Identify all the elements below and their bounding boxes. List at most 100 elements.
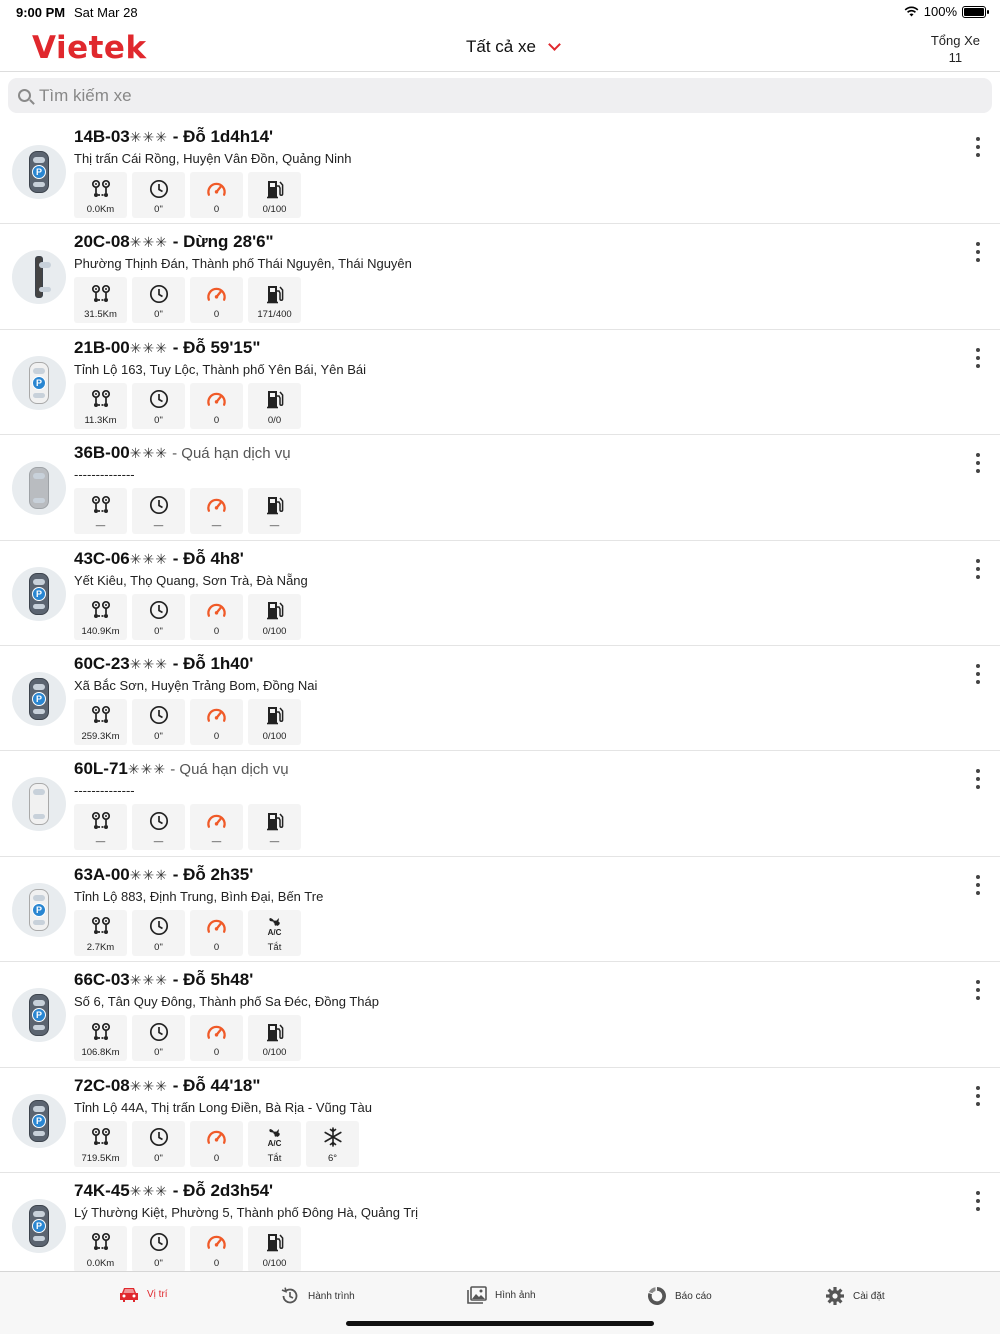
vehicle-row[interactable]: P 43C-06✳✳✳ - Đỗ 4h8' Yết Kiêu, Thọ Quang,… <box>0 541 1000 646</box>
more-options-icon[interactable] <box>974 1085 982 1106</box>
status-right: 100% <box>904 4 989 19</box>
vehicle-row[interactable]: P 66C-03✳✳✳ - Đỗ 5h48' Số 6, Tân Quy Đông,… <box>0 962 1000 1068</box>
status-date: Sat Mar 28 <box>74 5 138 20</box>
duration-metric: 0" <box>132 1225 185 1272</box>
duration-metric: 0" <box>132 277 185 324</box>
distance-metric-value: 31.5Km <box>84 309 117 321</box>
vehicle-title: 63A-00✳✳✳ - Đỗ 2h35' <box>74 865 253 885</box>
distance-metric: — <box>74 804 127 851</box>
car-icon <box>29 783 49 826</box>
speedometer-icon <box>207 182 226 196</box>
fuel-icon <box>266 285 283 304</box>
more-options-icon[interactable] <box>974 347 982 368</box>
distance-metric: 0.0Km <box>74 1225 127 1272</box>
fuel-metric-value: — <box>269 836 280 848</box>
vehicle-metrics: 0.0Km 0" 0 0/100 <box>74 172 301 218</box>
vehicle-row[interactable]: P 72C-08✳✳✳ - Đỗ 44'18" Tỉnh Lộ 44A, Thị t… <box>0 1068 1000 1173</box>
distance-metric-value: — <box>95 520 106 532</box>
tab-settings[interactable]: Cài đặt <box>825 1286 885 1306</box>
vehicle-plate: 43C-06 <box>74 548 130 568</box>
more-options-icon[interactable] <box>974 769 982 790</box>
tab-location[interactable]: Vị trí <box>119 1286 168 1302</box>
speedometer-icon <box>207 1025 226 1039</box>
vehicle-row[interactable]: 36B-00✳✳✳ - Quá hạn dịch vụ -------------… <box>0 435 1000 541</box>
more-options-icon[interactable] <box>974 1190 982 1211</box>
image-icon <box>467 1286 487 1304</box>
fuel-metric: 0/0 <box>248 382 301 429</box>
vehicle-plate: 36B-00 <box>74 443 130 463</box>
vehicle-address: Xã Bắc Sơn, Huyện Trảng Bom, Đồng Nai <box>74 677 318 693</box>
tab-reports[interactable]: Báo cáo <box>647 1286 712 1306</box>
tab-journey[interactable]: Hành trình <box>280 1286 355 1306</box>
speedometer-icon <box>207 393 226 407</box>
duration-metric-value: 0" <box>154 1152 163 1164</box>
duration-metric: — <box>132 804 185 851</box>
route-icon <box>91 284 110 302</box>
duration-metric: 0" <box>132 1015 185 1062</box>
vehicle-plate: 60C-23 <box>74 653 130 673</box>
vehicle-avatar: P <box>12 671 66 726</box>
vehicle-address: Tỉnh Lộ 163, Tuy Lộc, Thành phố Yên Bái,… <box>74 361 366 377</box>
vehicle-row[interactable]: 20C-08✳✳✳ - Dừng 28'6" Phường Thịnh Đán, … <box>0 224 1000 330</box>
tab-images-label: Hình ảnh <box>495 1289 536 1301</box>
ac-metric-value: Tắt <box>267 941 282 953</box>
filter-label: Tất cả xe <box>466 37 536 56</box>
distance-metric: 719.5Km <box>74 1120 127 1167</box>
vehicle-status: - Đỗ 5h48' <box>167 970 254 990</box>
distance-metric: 259.3Km <box>74 698 127 745</box>
tab-images[interactable]: Hình ảnh <box>467 1286 536 1304</box>
clock-icon <box>149 390 168 409</box>
clock-icon <box>149 495 168 514</box>
duration-metric: 0" <box>132 382 185 429</box>
parking-icon: P <box>32 586 46 601</box>
speed-metric: 0 <box>190 1015 243 1062</box>
vehicle-row[interactable]: P 21B-00✳✳✳ - Đỗ 59'15" Tỉnh Lộ 163, Tuy L… <box>0 330 1000 436</box>
vehicle-row[interactable]: P 60C-23✳✳✳ - Đỗ 1h40' Xã Bắc Sơn, Huyện T… <box>0 646 1000 752</box>
fuel-metric-value: 0/100 <box>262 625 287 637</box>
vehicle-avatar: P <box>12 566 66 621</box>
more-options-icon[interactable] <box>974 980 982 1001</box>
duration-metric-value: — <box>153 520 164 532</box>
fuel-metric-value: — <box>269 520 280 532</box>
fuel-metric: 0/100 <box>248 1225 301 1272</box>
tab-location-label: Vị trí <box>147 1288 168 1300</box>
clock-icon <box>149 1233 168 1252</box>
route-icon <box>91 811 110 829</box>
speed-metric-value: 0 <box>213 941 220 953</box>
vehicle-avatar <box>12 777 66 832</box>
car-icon <box>35 256 51 299</box>
vehicle-status: - Đỗ 2h35' <box>167 864 254 884</box>
search-input[interactable]: Tìm kiếm xe <box>8 78 992 113</box>
parking-icon: P <box>32 902 46 917</box>
more-options-icon[interactable] <box>974 453 982 474</box>
speedometer-icon <box>207 814 226 828</box>
distance-metric-value: 2.7Km <box>86 941 115 953</box>
car-icon <box>120 1288 138 1302</box>
ac-metric: A/C Tắt <box>248 1120 301 1167</box>
vehicle-plate: 14B-03 <box>74 127 130 146</box>
vehicle-title: 60L-71✳✳✳ - Quá hạn dịch vụ <box>74 759 289 779</box>
more-options-icon[interactable] <box>974 663 982 684</box>
more-options-icon[interactable] <box>974 558 982 579</box>
vehicle-metrics: 140.9Km 0" 0 0/100 <box>74 593 301 640</box>
clock-icon <box>149 917 168 936</box>
vehicle-filter-dropdown[interactable]: Tất cả xe <box>466 37 561 57</box>
plate-mask: ✳✳✳ <box>129 339 168 356</box>
fan-icon <box>268 1128 280 1137</box>
more-options-icon[interactable] <box>974 242 982 263</box>
speed-metric: 0 <box>190 172 243 218</box>
vehicle-row[interactable]: P 74K-45✳✳✳ - Đỗ 2d3h54' Lý Thường Kiệt, P… <box>0 1173 1000 1279</box>
more-options-icon[interactable] <box>974 137 982 157</box>
clock-icon <box>149 706 168 725</box>
vehicle-metrics: 719.5Km 0" 0 A/C Tắt 6° <box>74 1120 359 1167</box>
speed-metric: — <box>190 804 243 851</box>
gear-icon <box>826 1287 844 1305</box>
more-options-icon[interactable] <box>974 874 982 895</box>
duration-metric-value: 0" <box>154 1047 163 1059</box>
parking-icon: P <box>32 1113 46 1128</box>
vehicle-row[interactable]: P 63A-00✳✳✳ - Đỗ 2h35' Tỉnh Lộ 883, Định T… <box>0 857 1000 963</box>
vehicle-plate: 72C-08 <box>74 1075 130 1095</box>
vehicle-row[interactable]: P 14B-03✳✳✳ - Đỗ 1d4h14' Thị trấn Cái Rồng… <box>0 119 1000 225</box>
vehicle-row[interactable]: 60L-71✳✳✳ - Quá hạn dịch vụ -------------… <box>0 751 1000 857</box>
speed-metric-value: 0 <box>213 625 220 637</box>
